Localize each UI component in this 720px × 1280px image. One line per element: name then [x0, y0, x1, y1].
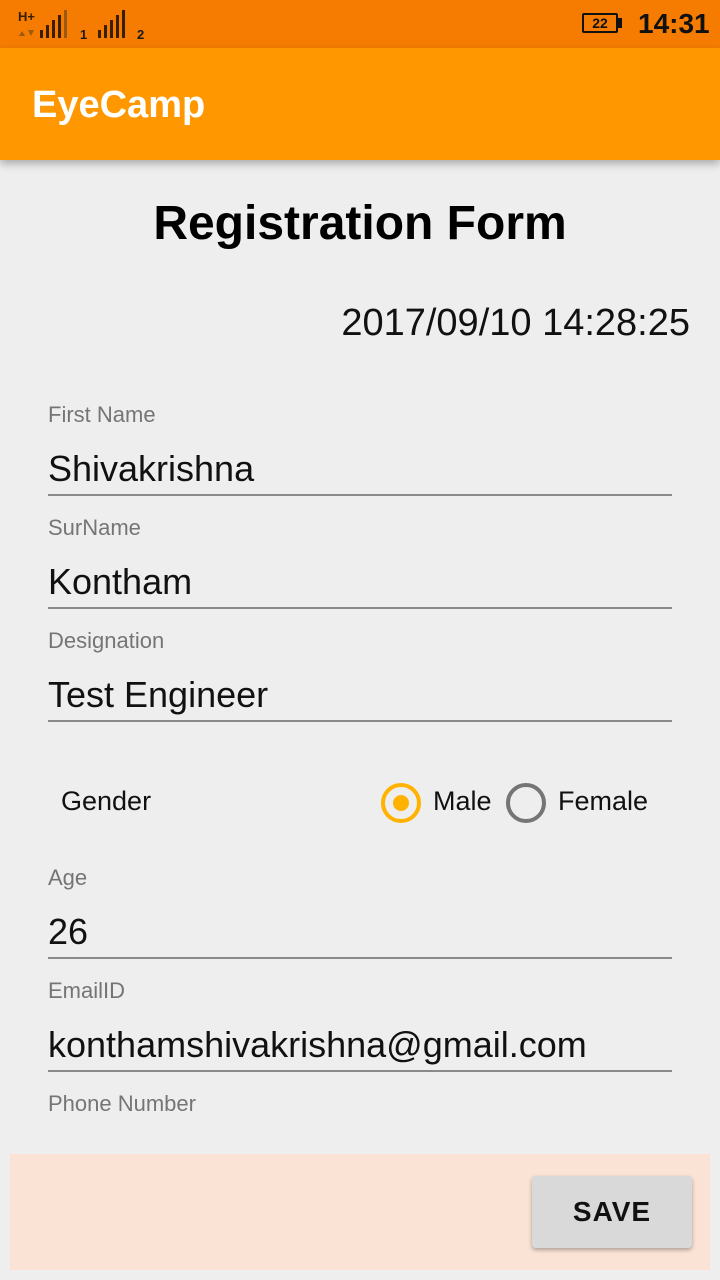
- data-activity-icon: [19, 30, 34, 36]
- signal-strength-icon-sim1: [40, 10, 67, 38]
- female-radio-button[interactable]: [506, 783, 546, 823]
- designation-input[interactable]: Test Engineer: [48, 668, 672, 722]
- surname-label: SurName: [48, 515, 141, 540]
- phone-field: Phone Number: [48, 1089, 672, 1119]
- first-name-label: First Name: [48, 402, 156, 427]
- email-field: EmailID konthamshivakrishna@gmail.com: [48, 976, 672, 1072]
- battery-tip: [618, 18, 622, 28]
- male-radio-label[interactable]: Male: [433, 786, 492, 817]
- app-title: EyeCamp: [32, 84, 206, 126]
- form-timestamp: 2017/09/10 14:28:25: [341, 302, 690, 344]
- email-input[interactable]: konthamshivakrishna@gmail.com: [48, 1018, 672, 1072]
- sim1-label: 1: [80, 27, 88, 42]
- male-radio-button[interactable]: [381, 783, 421, 823]
- designation-field: Designation Test Engineer: [48, 626, 672, 722]
- surname-input[interactable]: Kontham: [48, 555, 672, 609]
- surname-field: SurName Kontham: [48, 513, 672, 609]
- age-field: Age 26: [48, 863, 672, 959]
- radio-selected-dot: [393, 795, 409, 811]
- network-type-indicator: H+: [18, 9, 35, 24]
- email-label: EmailID: [48, 978, 126, 1003]
- first-name-field: First Name Shivakrishna: [48, 400, 672, 496]
- phone-label: Phone Number: [48, 1091, 196, 1116]
- first-name-input[interactable]: Shivakrishna: [48, 442, 672, 496]
- status-clock: 14:31: [638, 8, 710, 39]
- sim2-label: 2: [137, 27, 145, 42]
- age-label: Age: [48, 865, 88, 890]
- signal-strength-icon-sim2: [98, 10, 125, 38]
- app-bar: EyeCamp: [0, 48, 720, 160]
- designation-label: Designation: [48, 628, 165, 653]
- age-input[interactable]: 26: [48, 905, 672, 959]
- form-title: Registration Form: [153, 197, 567, 250]
- status-bar: H+ 1 2 22 14:31: [0, 0, 720, 48]
- female-radio-label[interactable]: Female: [558, 786, 648, 817]
- save-button[interactable]: SAVE: [532, 1176, 692, 1248]
- battery-icon: 22: [582, 13, 618, 33]
- gender-label: Gender: [61, 786, 152, 816]
- bottom-action-bar: SAVE: [10, 1154, 710, 1270]
